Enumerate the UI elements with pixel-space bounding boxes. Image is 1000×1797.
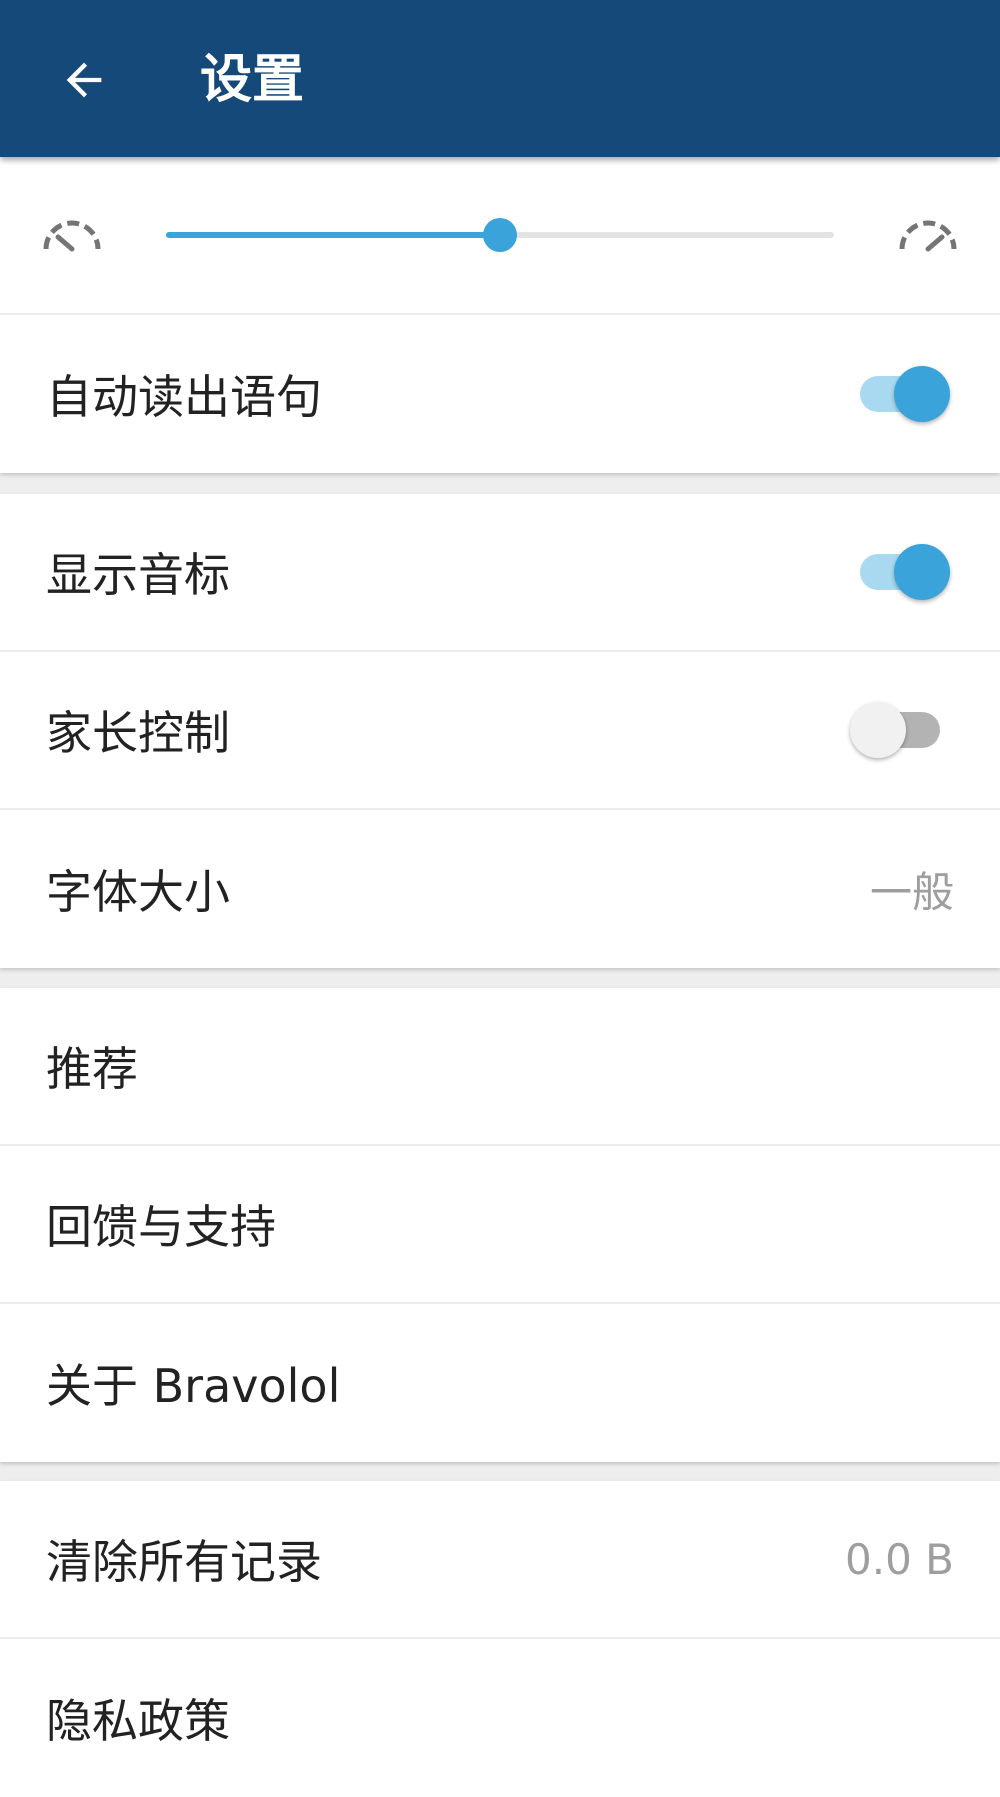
speech-speed-slider-fill — [166, 232, 500, 238]
about-section: 推荐 回馈与支持 关于 Bravolol — [0, 988, 1000, 1462]
parental-control-toggle[interactable] — [850, 702, 946, 758]
recommend-label: 推荐 — [46, 1042, 138, 1096]
speedometer-slow-icon — [43, 220, 101, 252]
phonetic-toggle-knob — [894, 544, 950, 600]
clear-records-row[interactable]: 清除所有记录 0.0 B — [0, 1481, 1000, 1639]
speech-settings-section: 自动读出语句 — [0, 157, 1000, 473]
page-title: 设置 — [200, 50, 305, 110]
data-section: 清除所有记录 0.0 B 隐私政策 — [0, 1481, 1000, 1797]
arrow-left-icon — [66, 62, 102, 98]
privacy-policy-row[interactable]: 隐私政策 — [0, 1639, 1000, 1797]
privacy-policy-label: 隐私政策 — [46, 1694, 230, 1748]
feedback-label: 回馈与支持 — [46, 1200, 276, 1254]
app-bar: 设置 — [0, 0, 1000, 157]
auto-read-toggle[interactable] — [854, 366, 950, 422]
auto-read-toggle-knob — [894, 366, 950, 422]
storage-size-value: 0.0 B — [845, 1534, 954, 1584]
recommend-row[interactable]: 推荐 — [0, 988, 1000, 1146]
parental-control-toggle-knob — [850, 702, 906, 758]
parental-control-label: 家长控制 — [46, 706, 230, 760]
phonetic-row[interactable]: 显示音标 — [0, 494, 1000, 652]
clear-records-label: 清除所有记录 — [46, 1535, 322, 1589]
back-button[interactable] — [44, 40, 124, 120]
display-settings-section: 显示音标 家长控制 字体大小 一般 — [0, 494, 1000, 968]
font-size-value: 一般 — [869, 867, 954, 917]
phonetic-toggle[interactable] — [854, 544, 950, 600]
speedometer-fast-icon — [899, 220, 957, 252]
about-label: 关于 Bravolol — [46, 1359, 341, 1413]
speech-speed-slider[interactable] — [166, 218, 834, 252]
about-row[interactable]: 关于 Bravolol — [0, 1304, 1000, 1462]
speech-speed-row — [0, 157, 1000, 315]
parental-control-row[interactable]: 家长控制 — [0, 652, 1000, 810]
auto-read-row[interactable]: 自动读出语句 — [0, 315, 1000, 473]
font-size-label: 字体大小 — [46, 865, 230, 919]
speech-speed-slider-thumb[interactable] — [483, 218, 517, 252]
font-size-row[interactable]: 字体大小 一般 — [0, 810, 1000, 968]
auto-read-label: 自动读出语句 — [46, 370, 322, 424]
phonetic-label: 显示音标 — [46, 548, 230, 602]
feedback-row[interactable]: 回馈与支持 — [0, 1146, 1000, 1304]
